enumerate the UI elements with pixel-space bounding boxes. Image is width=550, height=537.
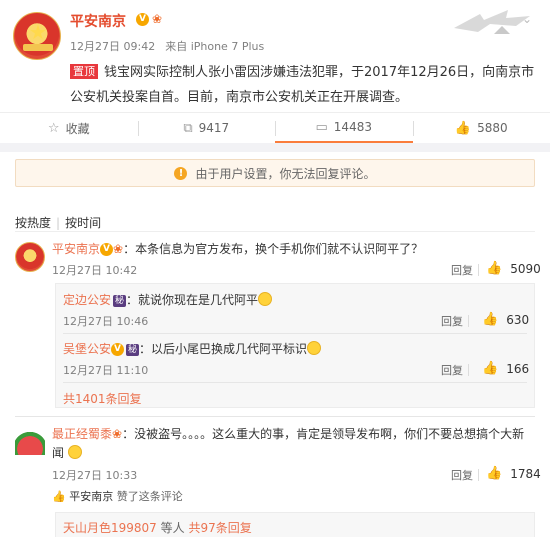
comment-icon: ▭ xyxy=(315,119,328,135)
sub-reply-user[interactable]: 天山月色199807 xyxy=(63,521,157,535)
verified-icon: V xyxy=(111,343,125,356)
comment-time: 12月27日 10:42 xyxy=(52,264,138,277)
reply-button[interactable]: 回复 xyxy=(451,467,473,483)
reply-disabled-notice: ! 由于用户设置，你无法回复评论。 xyxy=(15,159,535,187)
thumbs-up-icon: 👍 xyxy=(482,361,499,376)
star-icon: ☆ xyxy=(47,120,60,136)
sub-reply-like-button[interactable]: 👍 166 xyxy=(482,361,529,376)
repost-button[interactable]: ⧉ 9417 xyxy=(137,113,276,143)
repost-icon: ⧉ xyxy=(183,120,193,136)
sub-reply-time: 12月27日 10:46 xyxy=(63,315,149,328)
commenter-avatar[interactable] xyxy=(15,242,45,272)
emblem-star-icon: ★ xyxy=(29,20,47,44)
thumbs-up-icon: 👍 xyxy=(454,120,472,136)
comment-sort-tabs: 按热度 | 按时间 xyxy=(15,216,102,230)
pinned-badge: 置顶 xyxy=(70,64,98,79)
post-time[interactable]: 12月27日 09:42 xyxy=(70,40,155,53)
weibo-post: ★ 平安南京 V ❀ 12月27日 09:42 来自 iPhone 7 Plus … xyxy=(0,0,550,152)
thumbs-up-icon: 👍 xyxy=(486,466,503,481)
verified-icon: V xyxy=(100,243,114,256)
chevron-down-icon[interactable]: ⌄ xyxy=(522,12,536,26)
post-content: 钱宝网实际控制人张小雷因涉嫌违法犯罪，于2017年12月26日，向南京市公安机关… xyxy=(70,65,535,105)
medal-icon: ❀ xyxy=(113,242,124,256)
commenter-name[interactable]: 最正经蜀黍 xyxy=(52,427,112,441)
sub-replies-summary: 天山月色199807 等人 共97条回复 xyxy=(63,521,252,535)
member-badge: 秘 xyxy=(113,295,127,307)
sub-reply-user[interactable]: 定边公安 xyxy=(63,293,111,307)
author-name[interactable]: 平安南京 xyxy=(70,11,126,31)
smile-emoji-icon xyxy=(307,341,322,355)
comment-button[interactable]: ▭ 14483 xyxy=(275,113,413,143)
comment-text: 平安南京 V ❀：本条信息为官方发布，换个手机你们就不认识阿平了？ xyxy=(52,242,424,256)
post-meta: 12月27日 09:42 来自 iPhone 7 Plus xyxy=(70,38,274,54)
post-text: 置顶 钱宝网实际控制人张小雷因涉嫌违法犯罪，于2017年12月26日，向南京市公安… xyxy=(70,60,540,110)
sub-reply-like-button[interactable]: 👍 630 xyxy=(482,312,529,327)
smile-emoji-icon xyxy=(67,445,82,459)
comment-text: 最正经蜀黍❀：没被盗号。。。。这么重大的事，肯定是领导发布啊，你们不要总想搞个大… xyxy=(52,427,525,460)
member-badge: 秘 xyxy=(126,344,140,356)
post-actions: ☆ 收藏 ⧉ 9417 ▭ 14483 👍 5880 xyxy=(0,112,550,143)
favorite-button[interactable]: ☆ 收藏 xyxy=(0,113,138,143)
sort-time-tab[interactable]: 按时间 xyxy=(65,216,101,230)
author-avatar[interactable]: ★ xyxy=(13,12,61,60)
thumbs-up-icon: 👍 xyxy=(52,490,66,503)
verified-icon: V xyxy=(136,13,149,26)
post-source: 来自 iPhone 7 Plus xyxy=(165,40,265,53)
like-button[interactable]: 👍 5880 xyxy=(412,113,550,143)
sub-reply-text: 吴堡公安 V 秘：以后小尾巴换成几代阿平标识 xyxy=(63,340,322,357)
smile-emoji-icon xyxy=(258,292,273,306)
medal-icon: ❀ xyxy=(152,12,163,26)
commenter-avatar[interactable] xyxy=(15,425,45,455)
sort-hot-tab[interactable]: 按热度 xyxy=(15,216,51,230)
reply-button[interactable]: 回复 xyxy=(441,362,463,378)
more-replies-link[interactable]: 共1401条回复 xyxy=(63,390,142,407)
author-liked-note: 👍 平安南京 赞了这条评论 xyxy=(52,490,183,503)
sub-reply-time: 12月27日 11:10 xyxy=(63,364,149,377)
comment-like-button[interactable]: 👍 1784 xyxy=(486,466,541,481)
warning-icon: ! xyxy=(174,166,188,180)
thumbs-up-icon: 👍 xyxy=(486,261,503,276)
reply-button[interactable]: 回复 xyxy=(441,313,463,329)
sub-reply-user[interactable]: 吴堡公安 xyxy=(63,342,111,356)
sub-reply-text: 定边公安秘：就说你现在是几代阿平 xyxy=(63,291,273,308)
medal-icon: ❀ xyxy=(112,427,123,441)
comment-like-button[interactable]: 👍 5090 xyxy=(486,261,541,276)
thumbs-up-icon: 👍 xyxy=(482,312,499,327)
comment-time: 12月27日 10:33 xyxy=(52,469,138,482)
liked-by-user[interactable]: 平安南京 xyxy=(69,490,113,503)
reply-button[interactable]: 回复 xyxy=(451,262,473,278)
more-replies-link[interactable]: 共97条回复 xyxy=(188,521,251,535)
commenter-name[interactable]: 平安南京 xyxy=(52,242,100,256)
